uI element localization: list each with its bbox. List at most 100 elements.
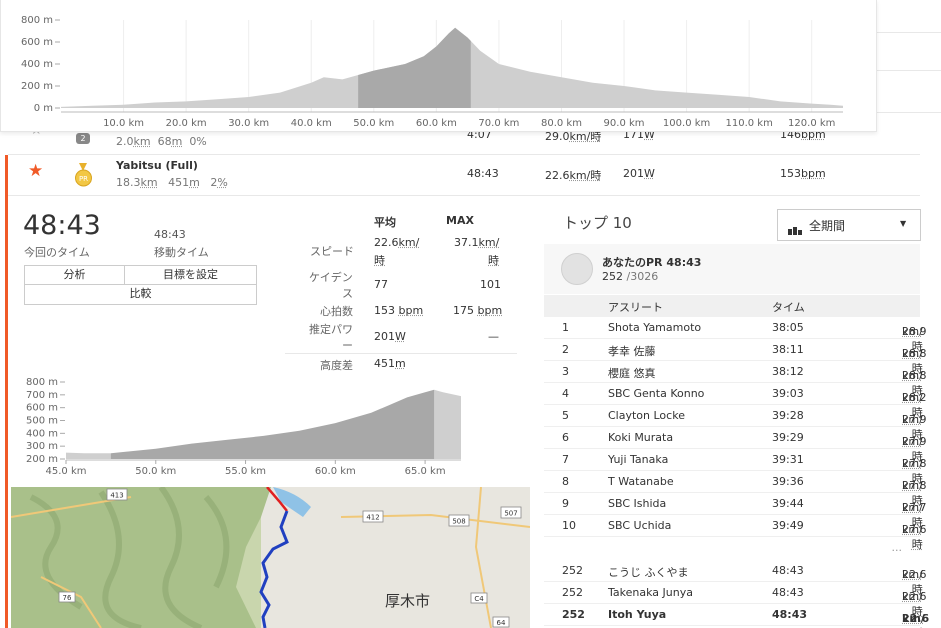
elev-diff-value: 451 xyxy=(374,357,395,370)
compare-button[interactable]: 比較 xyxy=(24,284,257,305)
leaderboard-row[interactable]: 4 SBC Genta Konno 39:03 28.2 km/時 xyxy=(544,383,927,419)
speed-avg-unit-2: 時 xyxy=(374,254,385,267)
speed-max-value: 37.1 xyxy=(454,236,479,249)
cadence-label-2: ス xyxy=(342,287,353,300)
leaderboard-table: 1 Shota Yamamoto 38:05 28.9 km/時 2 孝幸 佐藤 38:11 2… xyxy=(544,317,929,628)
set-goal-button[interactable]: 目標を設定 xyxy=(124,265,257,285)
prev-distance-unit: km xyxy=(133,135,151,148)
leaderboard-row[interactable]: 1 Shota Yamamoto 38:05 28.9 km/時 xyxy=(544,317,927,353)
prev-distance: 2.0 xyxy=(116,135,134,148)
pr-medal-icon: PR xyxy=(74,163,93,187)
segment-speed-unit: km/時 xyxy=(569,169,602,182)
segment-map[interactable]: 413 412 508 507 76 C4 64 厚木市 xyxy=(11,487,530,628)
cadence-max: 101 xyxy=(480,278,501,291)
analyze-button[interactable]: 分析 xyxy=(24,265,125,285)
right-divider-3 xyxy=(877,112,941,113)
your-pr-card: あなたのPR 48:43 252 /3026 xyxy=(544,244,920,294)
athlete-name-link[interactable]: Yuji Tanaka xyxy=(608,453,668,466)
row-divider xyxy=(8,195,920,196)
road-label: 76 xyxy=(63,594,72,602)
leaderboard-time: 39:31 xyxy=(772,453,804,466)
speed-label: スピード xyxy=(310,245,354,258)
athlete-name-link[interactable]: 櫻庭 悠真 xyxy=(608,365,656,381)
big-elapsed-time: 48:43 xyxy=(23,210,101,241)
leaderboard-row[interactable]: 252 こうじ ふくやま 48:43 22.6 km/時 xyxy=(544,560,927,596)
your-pr-time: 48:43 xyxy=(666,256,702,269)
leaderboard-row[interactable]: 3 櫻庭 悠真 38:12 28.8 km/時 xyxy=(544,361,927,397)
y-tick-label: 800 m xyxy=(21,15,53,26)
athlete-name-link[interactable]: こうじ ふくやま xyxy=(608,564,689,580)
x-tick-label: 90.0 km xyxy=(604,118,645,129)
segment-hr: 153bpm xyxy=(780,167,826,180)
leaderboard-time: 38:12 xyxy=(772,365,804,378)
athlete-name-link[interactable]: Shota Yamamoto xyxy=(608,321,701,334)
athlete-name-link[interactable]: 孝幸 佐藤 xyxy=(608,343,656,359)
segment-grade-unit: % xyxy=(217,176,228,189)
leaderboard-row[interactable]: 5 Clayton Locke 39:28 27.9 km/時 xyxy=(544,405,927,441)
segment-distance: 18.3 xyxy=(116,176,141,189)
hr-max: 175 bpm xyxy=(453,304,502,317)
leaderboard-time: 39:29 xyxy=(772,431,804,444)
leaderboard-time: 39:36 xyxy=(772,475,804,488)
hr-avg: 153 bpm xyxy=(374,304,423,317)
leaderboard-row[interactable]: 9 SBC Ishida 39:44 27.7 km/時 xyxy=(544,493,927,529)
road-label: C4 xyxy=(474,595,484,603)
row-divider xyxy=(8,154,920,155)
segment-elev: 451 xyxy=(168,176,190,189)
segment-distance-unit: km xyxy=(140,176,158,189)
moving-time: 48:43 xyxy=(154,228,186,241)
athlete-name-link[interactable]: Itoh Yuya xyxy=(608,608,666,621)
moving-time-label: 移動タイム xyxy=(154,246,209,259)
athlete-name-link[interactable]: Clayton Locke xyxy=(608,409,685,422)
x-tick-label: 110.0 km xyxy=(725,118,772,129)
leaderboard-rank: 252 xyxy=(562,608,585,621)
segment-elevation-svg: 800 m 700 m 600 m 500 m400 m 300 m 200 m45.0 … xyxy=(26,377,461,477)
leaderboard-ellipsis: ... xyxy=(544,537,920,559)
x-tick-label: 65.0 km xyxy=(405,466,446,477)
cadence-avg: 77 xyxy=(374,278,388,291)
period-filter-dropdown[interactable]: 全期間 ▼ xyxy=(777,209,921,241)
star-icon-filled[interactable]: ★ xyxy=(28,161,43,181)
leaderboard-row[interactable]: 252 Takenaka Junya 48:43 22.6 km/時 xyxy=(544,582,927,618)
power-label: 推定パワ xyxy=(309,323,353,336)
period-filter-label: 全期間 xyxy=(809,219,846,233)
athlete-name-link[interactable]: Koki Murata xyxy=(608,431,673,444)
hr-max-value: 175 xyxy=(453,304,474,317)
athlete-name-link[interactable]: SBC Ishida xyxy=(608,497,666,510)
leaderboard-row[interactable]: 7 Yuji Tanaka 39:31 27.8 km/時 xyxy=(544,449,927,485)
athlete-name-link[interactable]: SBC Uchida xyxy=(608,519,671,532)
leaderboard-rank: 8 xyxy=(562,475,569,488)
avatar[interactable] xyxy=(561,253,593,285)
leaderboard-row[interactable]: 10 SBC Uchida 39:49 27.6 km/時 xyxy=(544,515,927,551)
top-elevation-chart[interactable]: 800 m 600 m 400 m 200 m 0 m 10.0 km 20.0 km 30.… xyxy=(0,0,877,132)
leaderboard-rank: 1 xyxy=(562,321,569,334)
leaderboard-row[interactable]: 6 Koki Murata 39:29 27.9 km/時 xyxy=(544,427,927,463)
power-label-2: ー xyxy=(342,339,353,352)
athlete-name-link[interactable]: Takenaka Junya xyxy=(608,586,693,599)
row-divider xyxy=(544,625,920,626)
outside-segment-overlay xyxy=(434,382,461,459)
road-label: 64 xyxy=(497,619,506,627)
athlete-name-link[interactable]: T Watanabe xyxy=(608,475,674,488)
elev-diff: 451m xyxy=(374,357,406,370)
segment-power: 201W xyxy=(623,167,655,180)
segment-name-link[interactable]: Yabitsu (Full) xyxy=(116,159,198,172)
segment-elevation-area xyxy=(66,389,461,459)
selected-row-accent-bar xyxy=(5,155,8,628)
athlete-name-link[interactable]: SBC Genta Konno xyxy=(608,387,704,400)
x-tick-label: 40.0 km xyxy=(291,118,332,129)
leaderboard-row[interactable]: 252Itoh Yuya48:4322.6km/時 xyxy=(544,604,929,628)
prev-row-stats: 2.0km 68m 0% xyxy=(116,135,207,148)
segment-time: 48:43 xyxy=(467,167,499,180)
y-tick-label: 700 m xyxy=(26,390,58,401)
right-divider-2 xyxy=(877,70,941,71)
segment-speed: 22.6km/時 xyxy=(545,167,601,183)
ellipsis-text: ... xyxy=(891,541,903,554)
leaderboard-row[interactable]: 2 孝幸 佐藤 38:11 28.8 km/時 xyxy=(544,339,927,375)
leaderboard-rank: 252 xyxy=(562,564,583,577)
col-time: タイム xyxy=(772,301,805,314)
leaderboard-row[interactable]: 8T Watanabe 39:36 27.8 km/時 xyxy=(544,471,927,507)
elev-diff-label: 高度差 xyxy=(320,359,353,372)
power-max: — xyxy=(488,330,499,343)
segment-elevation-chart[interactable]: 800 m 700 m 600 m 500 m 400 m 300 m 200 m 45.0 … xyxy=(14,376,470,482)
